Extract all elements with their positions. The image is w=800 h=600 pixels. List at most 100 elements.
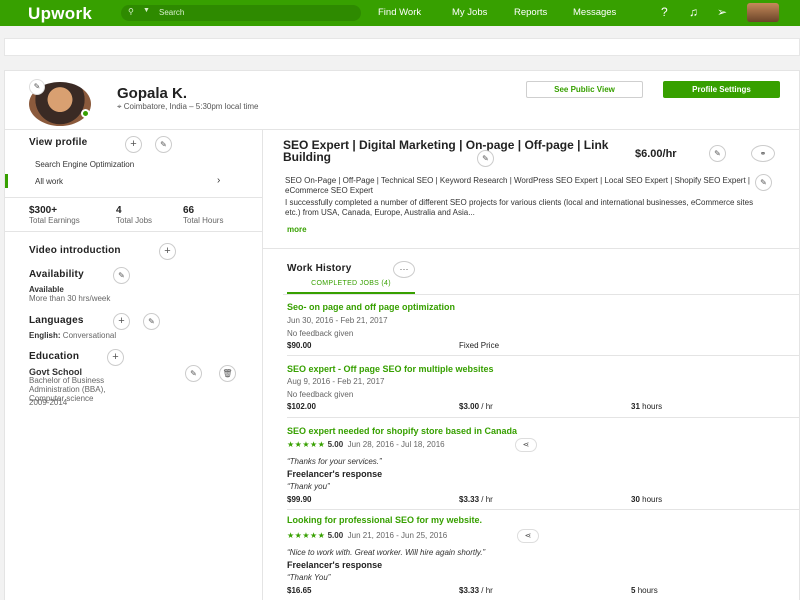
job-hours: 30 hours	[631, 495, 662, 504]
divider	[287, 509, 800, 510]
divider	[5, 197, 262, 198]
plus-icon[interactable]: +	[159, 243, 176, 260]
pencil-icon[interactable]: ✎	[29, 79, 45, 95]
job-feedback: No feedback given	[287, 390, 354, 399]
pencil-icon[interactable]: ✎	[155, 136, 172, 153]
divider	[5, 231, 262, 232]
hours-value: 31	[631, 402, 640, 411]
education-title: Education	[29, 351, 80, 362]
rate-value: $3.00	[459, 402, 480, 411]
rating-score: 5.00	[327, 440, 344, 449]
star-rating-icon: ★★★★★	[287, 440, 326, 449]
online-indicator	[81, 109, 90, 118]
trash-icon[interactable]: 🗑	[219, 365, 236, 382]
upwork-logo[interactable]: Upwork	[28, 4, 92, 24]
total-earnings-value: $300+	[29, 205, 58, 216]
job-title-link[interactable]: Looking for professional SEO for my webs…	[287, 515, 482, 525]
nav-find-work[interactable]: Find Work	[378, 7, 421, 18]
nav-reports[interactable]: Reports	[514, 7, 547, 18]
pencil-icon[interactable]: ✎	[143, 313, 160, 330]
job-title-link[interactable]: SEO expert - Off page SEO for multiple w…	[287, 364, 494, 374]
divider	[5, 129, 800, 130]
profile-title: SEO Expert | Digital Marketing | On-page…	[283, 138, 609, 164]
work-history-title: Work History	[287, 263, 352, 274]
divider	[283, 294, 800, 295]
bell-icon[interactable]: ♫	[689, 5, 698, 19]
avatar[interactable]	[747, 3, 779, 22]
search-input[interactable]: Search	[159, 8, 184, 17]
rate-value: $3.33	[459, 586, 480, 595]
tab-completed-jobs[interactable]: COMPLETED JOBS (4)	[287, 280, 415, 294]
divider	[263, 248, 800, 249]
language-level: Conversational	[62, 331, 117, 340]
skills-text: SEO On-Page | Off-Page | Technical SEO |…	[285, 176, 750, 195]
share-icon[interactable]: ⋖	[517, 529, 539, 543]
search-bar[interactable]: ⚲ ▼ Search	[121, 5, 361, 21]
pencil-icon[interactable]: ✎	[185, 365, 202, 382]
pencil-icon[interactable]: ✎	[709, 145, 726, 162]
search-icon[interactable]: ⚲	[128, 7, 134, 16]
divider	[262, 130, 263, 600]
profile-location: ⌖ Coimbatore, India – 5:30pm local time	[117, 102, 258, 112]
total-hours-value: 66	[183, 205, 195, 216]
profile-card: ✎ Gopala K. ⌖ Coimbatore, India – 5:30pm…	[4, 70, 800, 600]
total-jobs-label: Total Jobs	[116, 216, 153, 225]
more-link[interactable]: more	[287, 225, 307, 234]
rating-row: ★★★★★ 5.00 Jun 28, 2016 - Jul 18, 2016	[287, 440, 445, 449]
job-dates: Jun 30, 2016 - Feb 21, 2017	[287, 316, 388, 325]
overview-text: I successfully completed a number of dif…	[285, 198, 754, 217]
job-rate: $3.33 / hr	[459, 495, 493, 504]
chevron-down-icon[interactable]: ▼	[143, 7, 150, 14]
freelancer-response: “Thank you”	[287, 482, 330, 491]
plus-icon[interactable]: +	[125, 136, 142, 153]
view-profile-title: View profile	[29, 137, 88, 148]
profile-settings-button[interactable]: Profile Settings	[663, 81, 780, 98]
all-work-link[interactable]: All work	[35, 177, 63, 186]
job-type: Fixed Price	[459, 341, 500, 350]
freelancer-response-label: Freelancer's response	[287, 469, 383, 479]
active-indicator	[5, 174, 8, 188]
more-options-icon[interactable]: ···	[393, 261, 415, 278]
star-rating-icon: ★★★★★	[287, 531, 326, 540]
pencil-icon[interactable]: ✎	[113, 267, 130, 284]
nav-my-jobs[interactable]: My Jobs	[452, 7, 487, 18]
freelancer-response: “Thank You”	[287, 573, 331, 582]
plus-icon[interactable]: +	[113, 313, 130, 330]
nav-messages[interactable]: Messages	[573, 7, 616, 18]
language-row: English: Conversational	[29, 331, 116, 340]
job-dates: Aug 9, 2016 - Feb 21, 2017	[287, 377, 385, 386]
job-title-link[interactable]: Seo- on page and off page optimization	[287, 302, 455, 312]
hours-unit: hours	[642, 402, 663, 411]
job-title-link[interactable]: SEO expert needed for shopify store base…	[287, 426, 517, 436]
plus-icon[interactable]: +	[107, 349, 124, 366]
pencil-icon[interactable]: ✎	[755, 174, 772, 191]
see-public-view-button[interactable]: See Public View	[526, 81, 643, 98]
location-text: Coimbatore, India – 5:30pm local time	[123, 102, 259, 111]
education-years: 2009-2014	[29, 398, 68, 407]
share-icon[interactable]: ⋖	[515, 438, 537, 452]
specialized-profile-link[interactable]: Search Engine Optimization	[35, 160, 134, 169]
job-rate: $3.00 / hr	[459, 402, 493, 411]
client-comment: “Nice to work with. Great worker. Will h…	[287, 548, 486, 557]
job-amount: $99.90	[287, 495, 312, 504]
job-hours: 5 hours	[631, 586, 658, 595]
link-icon[interactable]: ⚭	[751, 145, 775, 162]
help-icon[interactable]: ?	[661, 5, 668, 19]
notification-bar	[4, 38, 800, 56]
pencil-icon[interactable]: ✎	[477, 150, 494, 167]
hours-unit: hours	[637, 586, 658, 595]
freelancer-response-label: Freelancer's response	[287, 560, 383, 570]
chevron-right-icon[interactable]: ›	[217, 175, 220, 186]
total-jobs-value: 4	[116, 205, 122, 216]
hours-unit: hours	[642, 495, 663, 504]
send-icon[interactable]: ➢	[717, 5, 727, 19]
availability-status: Available	[29, 285, 64, 294]
location-pin-icon: ⌖	[117, 102, 122, 111]
rating-row: ★★★★★ 5.00 Jun 21, 2016 - Jun 25, 2016	[287, 531, 447, 540]
rate-unit: / hr	[481, 495, 493, 504]
profile-name: Gopala K.	[117, 85, 188, 102]
rate-unit: / hr	[481, 586, 493, 595]
hourly-rate: $6.00/hr	[635, 148, 677, 160]
job-feedback: No feedback given	[287, 329, 354, 338]
job-dates: Jun 21, 2016 - Jun 25, 2016	[347, 531, 448, 540]
